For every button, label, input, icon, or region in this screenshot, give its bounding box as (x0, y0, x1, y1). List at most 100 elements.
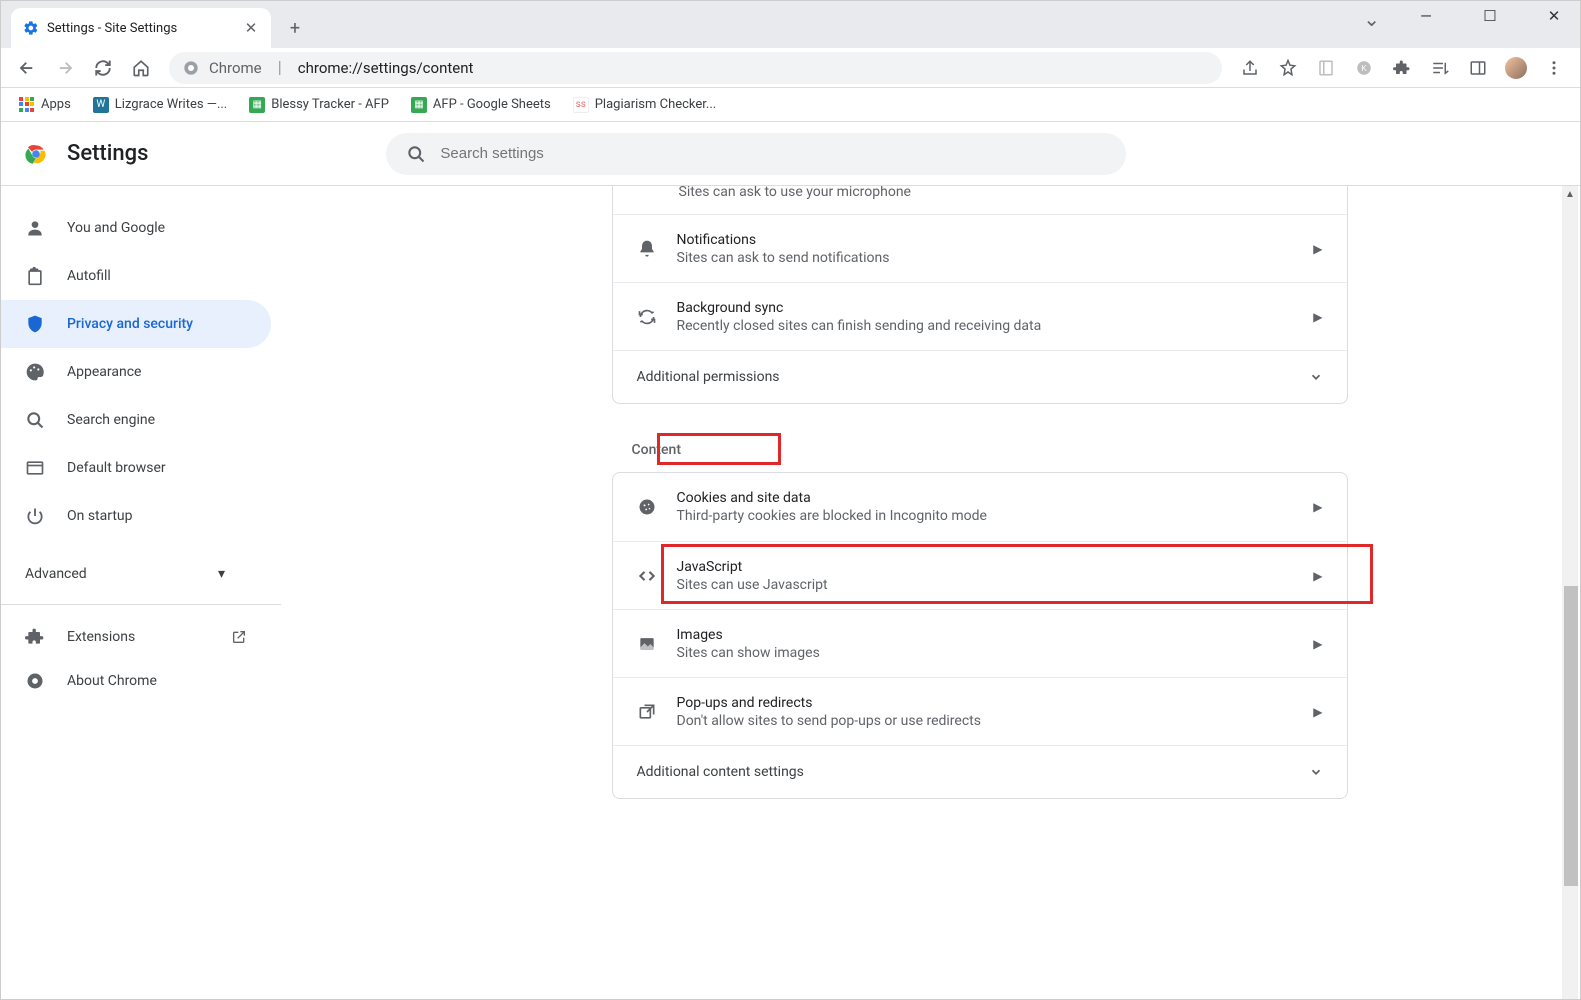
extensions-label: Extensions (67, 629, 135, 645)
account-badge-icon[interactable]: K (1348, 52, 1380, 84)
row-background-sync[interactable]: Background sync Recently closed sites can… (613, 282, 1347, 350)
chevron-down-icon: ▾ (218, 566, 225, 582)
bookmark-item[interactable]: ▦Blessy Tracker - AFP (243, 93, 395, 117)
apps-label: Apps (41, 97, 71, 112)
sidebar-about-chrome[interactable]: About Chrome (1, 659, 271, 703)
row-title: Background sync (677, 300, 1314, 316)
close-window-button[interactable]: ✕ (1532, 7, 1576, 25)
bookmark-button[interactable] (1272, 52, 1304, 84)
microphone-subtitle-partial: Sites can ask to use your microphone (613, 186, 1347, 214)
chrome-page-icon (183, 60, 199, 76)
sheets-icon: ▦ (249, 97, 265, 113)
sidebar-item-on-startup[interactable]: On startup (1, 492, 271, 540)
reading-list-icon[interactable] (1310, 52, 1342, 84)
home-button[interactable] (125, 52, 157, 84)
chevron-right-icon: ▶ (1313, 310, 1322, 324)
new-tab-button[interactable]: + (281, 14, 309, 42)
tabs-dropdown-icon[interactable]: ⌄ (1363, 7, 1380, 31)
settings-title: Settings (67, 141, 148, 166)
scrollbar-up-arrow[interactable]: ▲ (1564, 188, 1576, 200)
maximize-button[interactable]: ☐ (1468, 7, 1512, 25)
image-icon (637, 634, 677, 654)
url-text: chrome://settings/content (298, 59, 1208, 77)
bookmark-label: Plagiarism Checker... (595, 97, 716, 112)
minimize-button[interactable]: — (1404, 7, 1448, 25)
bookmark-label: AFP - Google Sheets (433, 97, 551, 112)
row-subtitle: Sites can show images (677, 645, 1314, 661)
browser-toolbar: Chrome | chrome://settings/content K (1, 48, 1580, 88)
row-notifications[interactable]: NotificationsSites can ask to send notif… (613, 214, 1347, 282)
row-title: JavaScript (677, 559, 1314, 575)
sidebar-item-you-and-google[interactable]: You and Google (1, 204, 271, 252)
search-icon (406, 144, 426, 164)
row-subtitle: Don't allow sites to send pop-ups or use… (677, 713, 1314, 729)
row-cookies[interactable]: Cookies and site dataThird-party cookies… (613, 473, 1347, 541)
extensions-icon[interactable] (1386, 52, 1418, 84)
sidebar-item-autofill[interactable]: Autofill (1, 252, 271, 300)
open-external-icon (231, 629, 247, 645)
sidebar-item-search-engine[interactable]: Search engine (1, 396, 271, 444)
puzzle-icon (25, 627, 45, 647)
media-controls-icon[interactable] (1424, 52, 1456, 84)
row-images[interactable]: ImagesSites can show images ▶ (613, 609, 1347, 677)
chrome-menu-button[interactable] (1538, 52, 1570, 84)
chrome-logo-icon (23, 141, 49, 167)
close-tab-button[interactable]: ✕ (243, 20, 259, 36)
wordpress-icon: W (93, 97, 109, 113)
sidebar-item-appearance[interactable]: Appearance (1, 348, 271, 396)
cookie-icon (637, 497, 677, 517)
sidebar-label: Search engine (67, 412, 155, 428)
settings-search-input[interactable] (440, 145, 1106, 162)
settings-search-box[interactable] (386, 133, 1126, 175)
share-button[interactable] (1234, 52, 1266, 84)
browser-tab[interactable]: Settings - Site Settings ✕ (11, 8, 271, 48)
reload-button[interactable] (87, 52, 119, 84)
scrollbar-thumb[interactable] (1564, 586, 1578, 886)
row-subtitle: Recently closed sites can finish sending… (677, 318, 1314, 334)
svg-text:K: K (1361, 64, 1367, 73)
settings-content: Sites can ask to use your microphone Not… (281, 186, 1580, 999)
power-icon (25, 506, 45, 526)
row-javascript[interactable]: JavaScriptSites can use Javascript ▶ (613, 541, 1347, 609)
sidebar-label: Privacy and security (67, 316, 193, 332)
sidebar-item-privacy-security[interactable]: Privacy and security (1, 300, 271, 348)
sync-icon (637, 307, 677, 327)
row-title: Images (677, 627, 1314, 643)
browser-window-icon (25, 458, 45, 478)
side-panel-icon[interactable] (1462, 52, 1494, 84)
window-title-bar: Settings - Site Settings ✕ + ⌄ — ☐ ✕ (1, 1, 1580, 48)
chevron-down-icon (1309, 765, 1323, 779)
back-button[interactable] (11, 52, 43, 84)
tab-title: Settings - Site Settings (47, 21, 235, 36)
additional-permissions-label: Additional permissions (637, 369, 780, 385)
bookmark-item[interactable]: ▦ AFP - Google Sheets (405, 93, 557, 117)
bookmark-item[interactable]: W Lizgrace Writes —... (87, 93, 233, 117)
row-title: Pop-ups and redirects (677, 695, 1314, 711)
bookmark-item[interactable]: ss Plagiarism Checker... (567, 93, 722, 117)
additional-permissions-toggle[interactable]: Additional permissions (613, 350, 1347, 403)
profile-avatar[interactable] (1500, 52, 1532, 84)
sst-icon: ss (573, 97, 589, 113)
clipboard-icon (25, 266, 45, 286)
bookmarks-bar: Apps W Lizgrace Writes —... ▦Blessy Track… (1, 88, 1580, 122)
bell-icon (637, 239, 677, 259)
bookmark-label: Lizgrace Writes —... (115, 97, 227, 112)
sidebar-label: Autofill (67, 268, 111, 284)
settings-header: Settings (1, 122, 1580, 186)
person-icon (25, 218, 45, 238)
gear-icon (23, 20, 39, 36)
apps-grid-icon (19, 97, 35, 113)
additional-content-toggle[interactable]: Additional content settings (613, 745, 1347, 798)
forward-button[interactable] (49, 52, 81, 84)
palette-icon (25, 362, 45, 382)
about-label: About Chrome (67, 673, 157, 689)
address-bar[interactable]: Chrome | chrome://settings/content (169, 52, 1222, 84)
apps-shortcut[interactable]: Apps (13, 93, 77, 117)
window-controls: — ☐ ✕ (1404, 1, 1576, 31)
sidebar-advanced-toggle[interactable]: Advanced▾ (1, 554, 249, 594)
sidebar-extensions-link[interactable]: Extensions (1, 615, 271, 659)
sheets-icon: ▦ (411, 97, 427, 113)
row-popups[interactable]: Pop-ups and redirects Don't allow sites t… (613, 677, 1347, 745)
sidebar-item-default-browser[interactable]: Default browser (1, 444, 271, 492)
chevron-right-icon: ▶ (1313, 569, 1322, 583)
